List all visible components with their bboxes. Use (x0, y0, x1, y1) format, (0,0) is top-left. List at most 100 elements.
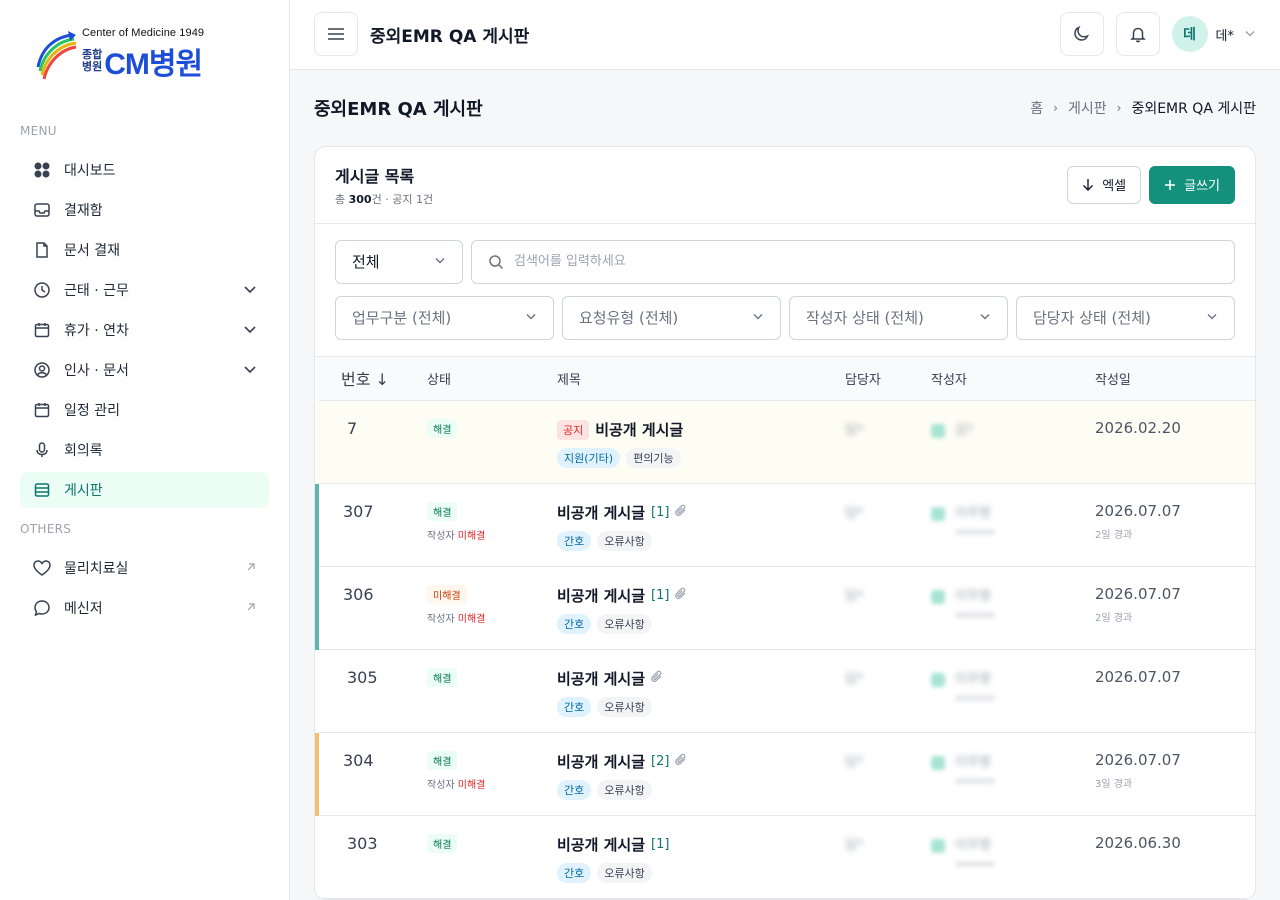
post-title-link[interactable]: 비공개 게시글 (557, 834, 645, 855)
sidebar-item-label: 인사 · 문서 (64, 363, 129, 379)
sidebar-item-board[interactable]: 게시판 (20, 472, 269, 508)
column-header-title: 제목 (557, 356, 845, 401)
status-badge: 해결 (427, 668, 458, 687)
sidebar-item-dashboard[interactable]: 대시보드 (20, 152, 269, 188)
post-date: 2026.07.07 (1095, 502, 1181, 520)
category-tag: 간호 (557, 531, 592, 551)
sidebar-item-schedule[interactable]: 일정 관리 (20, 392, 269, 428)
column-header-number[interactable]: 번호 ↓ (317, 356, 427, 401)
sidebar-item-physical-therapy[interactable]: 물리치료실 (20, 550, 269, 586)
writer-name: 김* (955, 423, 974, 438)
chat-icon (32, 598, 52, 618)
category-tag: 간호 (557, 614, 592, 634)
chevron-down-icon[interactable] (243, 362, 257, 379)
sidebar-item-label: 회의록 (64, 443, 103, 459)
sidebar: Center of Medicine 1949 종합 병원 CM병원 MENU … (0, 0, 290, 900)
sidebar-item-document-approval[interactable]: 문서 결재 (20, 232, 269, 268)
breadcrumb-home[interactable]: 홈 (1030, 98, 1043, 118)
column-header-writer: 작성자 (931, 356, 1095, 401)
elapsed-days: 2일 경과 (1095, 613, 1133, 624)
table-row[interactable]: 304 해결 작성자 미해결 비공개 게시글 [2] 간호 오류사항 담* 이무명 2026.07… (315, 732, 1255, 816)
writer-status-select[interactable]: 작성자 상태 (전체) (789, 295, 1008, 340)
sidebar-item-label: 휴가 · 연차 (64, 323, 129, 339)
scope-select[interactable]: 전체 (335, 239, 463, 284)
hospital-logo[interactable]: Center of Medicine 1949 종합 병원 CM병원 (20, 0, 269, 110)
category-tag: 간호 (557, 697, 592, 717)
sidebar-item-label: 물리치료실 (64, 561, 129, 577)
chevron-right-icon: › (1053, 100, 1058, 115)
sidebar-item-approval-inbox[interactable]: 결재함 (20, 192, 269, 228)
user-circle-icon (32, 360, 52, 380)
sidebar-item-label: 결재함 (64, 203, 103, 219)
chevron-down-icon (434, 254, 446, 269)
menu-section-label: MENU (20, 124, 57, 138)
comment-count: [1] (651, 837, 670, 852)
chevron-down-icon[interactable] (243, 322, 257, 339)
sidebar-item-hr-documents[interactable]: 인사 · 문서 (20, 352, 269, 388)
logo-main-text: CM병원 (104, 48, 203, 81)
others-section-label: OTHERS (20, 522, 72, 536)
table-row[interactable]: 307 해결 작성자 미해결 비공개 게시글 [1] 간호 오류사항 담* 이무명 2026.07… (315, 483, 1255, 567)
sidebar-item-leave[interactable]: 휴가 · 연차 (20, 312, 269, 348)
breadcrumb: 홈 › 게시판 › 중외EMR QA 게시판 (1030, 98, 1256, 118)
excel-download-button[interactable]: 엑셀 (1067, 165, 1142, 204)
paperclip-icon (675, 587, 687, 604)
user-menu[interactable]: 데 데* (1171, 16, 1256, 53)
writer-status-note: 작성자 미해결 (427, 531, 486, 542)
search-box (471, 239, 1235, 284)
writer-avatar (931, 672, 945, 687)
writer-avatar (931, 423, 945, 438)
writer-avatar (931, 506, 945, 521)
post-title-link[interactable]: 비공개 게시글 (557, 502, 645, 523)
comment-count: [1] (651, 505, 670, 520)
writer-dept (955, 778, 995, 784)
chevron-down-icon[interactable] (243, 282, 257, 299)
assignee-status-select[interactable]: 담당자 상태 (전체) (1016, 295, 1235, 340)
table-row[interactable]: 305 해결 비공개 게시글 간호 오류사항 담* 이무명 2026.07.07 (317, 649, 1255, 733)
sidebar-item-messenger[interactable]: 메신저 (20, 590, 269, 626)
post-list-card: 게시글 목록 총 300건 · 공지 1건 엑셀 글쓰기 전체 검색어를 입력하… (314, 145, 1256, 900)
elapsed-days: 3일 경과 (1095, 779, 1133, 790)
status-badge: 해결 (427, 751, 458, 770)
menu-toggle-button[interactable] (314, 12, 358, 57)
work-type-select[interactable]: 업무구분 (전체) (335, 295, 554, 340)
table-row[interactable]: 303 해결 비공개 게시글 [1] 간호 오류사항 담* 이무명 2026.06.30 (317, 815, 1255, 899)
post-title-link[interactable]: 비공개 게시글 (557, 751, 645, 772)
inbox-icon (32, 200, 52, 220)
card-title: 게시글 목록 (335, 166, 415, 186)
post-summary: 총 300건 · 공지 1건 (335, 192, 434, 206)
assignee-name: 담* (845, 755, 864, 770)
calendar-icon (32, 320, 52, 340)
calendar-icon (32, 400, 52, 420)
moon-icon (1073, 26, 1089, 42)
write-post-button[interactable]: 글쓰기 (1149, 165, 1235, 204)
post-title-link[interactable]: 비공개 게시글 (557, 668, 645, 689)
sidebar-item-minutes[interactable]: 회의록 (20, 432, 269, 468)
category-tag: 간호 (557, 863, 592, 883)
post-title-link[interactable]: 비공개 게시글 (557, 585, 645, 606)
post-title-link[interactable]: 비공개 게시글 (595, 419, 683, 440)
sidebar-item-label: 근태 · 근무 (64, 283, 129, 299)
writer-status-note: 작성자 미해결 (427, 614, 486, 625)
category-tag: 오류사항 (597, 531, 652, 551)
table-row[interactable]: 7 해결 공지 비공개 게시글 지원(기타) 편의기능 담* 김* 2026.02.20 (317, 400, 1255, 484)
post-date: 2026.07.07 (1095, 668, 1181, 686)
board-icon (32, 480, 52, 500)
chevron-down-icon (1206, 310, 1218, 325)
bell-icon (1129, 27, 1146, 43)
notice-badge: 공지 (557, 419, 590, 440)
request-type-select[interactable]: 요청유형 (전체) (562, 295, 781, 340)
dark-mode-button[interactable] (1059, 12, 1104, 57)
status-badge: 해결 (427, 419, 458, 438)
sidebar-item-attendance[interactable]: 근태 · 근무 (20, 272, 269, 308)
table-row[interactable]: 306 미해결 작성자 미해결 비공개 게시글 [1] 간호 오류사항 담* 이무명 2026.0… (315, 566, 1255, 650)
breadcrumb-current: 중외EMR QA 게시판 (1131, 100, 1256, 117)
chevron-down-icon (979, 310, 991, 325)
search-input[interactable] (514, 254, 1218, 269)
logo-english: Center of Medicine 1949 (82, 27, 205, 39)
topbar: 중외EMR QA 게시판 데 데* (290, 0, 1280, 70)
notifications-button[interactable] (1115, 12, 1160, 57)
post-number: 7 (317, 400, 427, 484)
breadcrumb-board[interactable]: 게시판 (1068, 98, 1107, 118)
writer-avatar (931, 838, 945, 853)
